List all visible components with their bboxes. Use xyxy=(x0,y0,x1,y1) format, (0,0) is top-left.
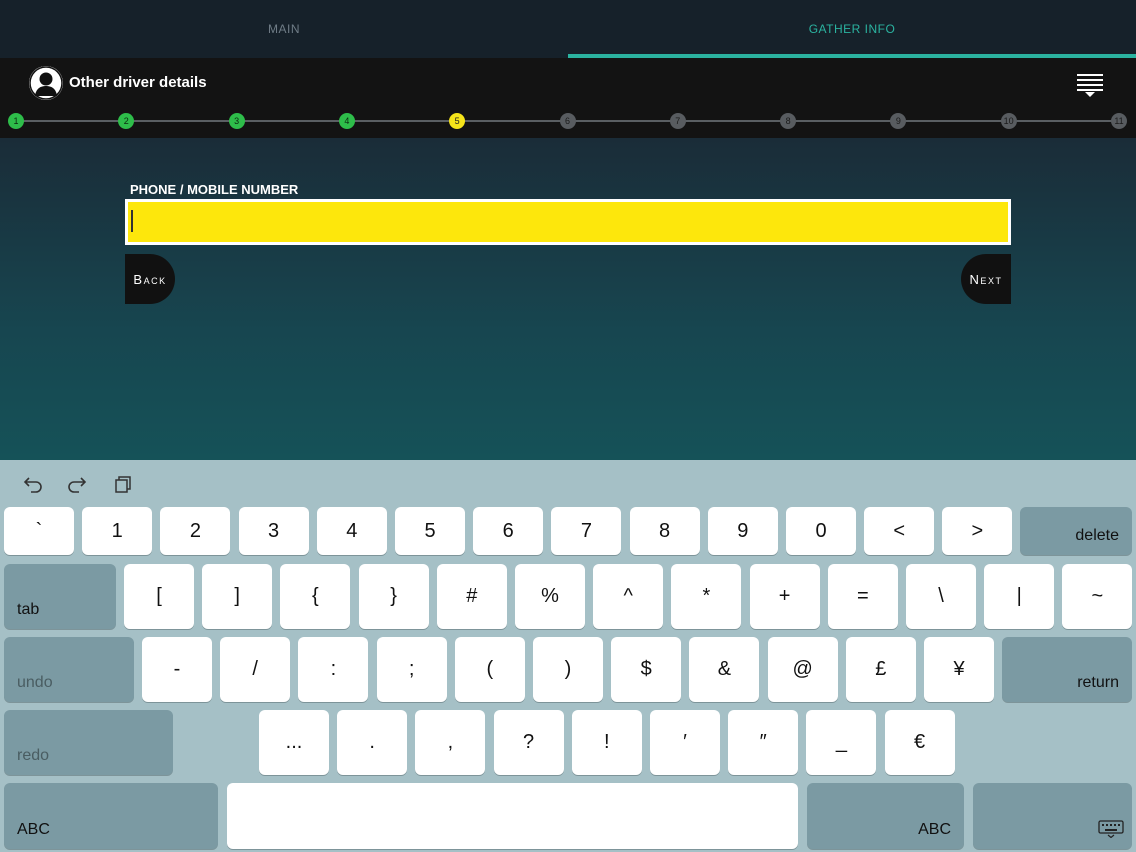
tab-gather-info[interactable]: GATHER INFO xyxy=(568,0,1136,58)
key-row4-5[interactable]: ′ xyxy=(650,710,720,775)
key-row3-0[interactable]: - xyxy=(142,637,212,702)
key-row2-12[interactable]: ~ xyxy=(1062,564,1133,629)
key-row3-9[interactable]: £ xyxy=(845,637,916,702)
key-row1-0[interactable]: ` xyxy=(4,507,74,555)
step-3[interactable]: 3 xyxy=(228,113,245,129)
step-1[interactable]: 1 xyxy=(8,113,24,129)
key-row3-10[interactable]: ¥ xyxy=(924,637,994,702)
key-row1-11[interactable]: < xyxy=(864,507,935,555)
tab-main[interactable]: MAIN xyxy=(0,0,568,58)
delete-key[interactable]: delete xyxy=(1020,507,1132,555)
step-11[interactable]: 11 xyxy=(1111,113,1127,129)
key-row4-6[interactable]: ″ xyxy=(728,710,799,775)
key-row2-5[interactable]: % xyxy=(515,564,585,629)
space-key[interactable] xyxy=(227,783,798,849)
key-row4-0[interactable]: ... xyxy=(259,710,329,775)
key-row3-6[interactable]: $ xyxy=(611,637,682,702)
key-row2-10[interactable]: \ xyxy=(906,564,976,629)
key-row3-2[interactable]: : xyxy=(298,637,369,702)
on-screen-keyboard: ` 1 2 3 4 5 6 7 8 9 0 < > delete tab []{} #% ^ * + = \ | ~ u… xyxy=(0,460,1136,852)
key-row4-1[interactable]: . xyxy=(337,710,408,775)
key-row1-12[interactable]: > xyxy=(942,507,1013,555)
key-row2-2[interactable]: { xyxy=(280,564,351,629)
key-row2-0[interactable]: [ xyxy=(124,564,194,629)
key-row2-8[interactable]: + xyxy=(749,564,820,629)
undo-key[interactable]: undo xyxy=(4,637,134,702)
key-row1-9[interactable]: 9 xyxy=(707,507,778,555)
page-title: Other driver details xyxy=(69,74,207,91)
step-2[interactable]: 2 xyxy=(118,113,135,129)
menu-dropdown-icon[interactable] xyxy=(1074,72,1106,98)
key-row1-3[interactable]: 3 xyxy=(238,507,309,555)
next-button[interactable]: Next xyxy=(961,254,1011,304)
phone-field-label: PHONE / MOBILE NUMBER xyxy=(130,182,299,197)
step-8[interactable]: 8 xyxy=(780,113,797,129)
text-cursor xyxy=(131,210,133,232)
key-row2-9[interactable]: = xyxy=(827,564,898,629)
abc-key-left[interactable]: ABC xyxy=(4,783,218,849)
key-row4-4[interactable]: ! xyxy=(571,710,642,775)
key-row4-3[interactable]: ? xyxy=(493,710,564,775)
paste-icon[interactable] xyxy=(112,474,134,494)
redo-key[interactable]: redo xyxy=(4,710,173,775)
step-5[interactable]: 5 xyxy=(449,113,466,129)
phone-input[interactable] xyxy=(125,199,1011,245)
step-4[interactable]: 4 xyxy=(338,113,355,129)
form-area: PHONE / MOBILE NUMBER Back Next xyxy=(0,138,1136,460)
abc-key-right[interactable]: ABC xyxy=(807,783,964,849)
key-row1-8[interactable]: 8 xyxy=(629,507,700,555)
key-row1-1[interactable]: 1 xyxy=(82,507,153,555)
keyboard-dismiss-icon xyxy=(1098,820,1124,843)
back-button[interactable]: Back xyxy=(125,254,175,304)
key-row3-5[interactable]: ) xyxy=(533,637,603,702)
key-row3-8[interactable]: @ xyxy=(767,637,838,702)
key-row2-3[interactable]: } xyxy=(358,564,429,629)
tab-key[interactable]: tab xyxy=(4,564,116,629)
key-row2-11[interactable]: | xyxy=(984,564,1055,629)
step-7[interactable]: 7 xyxy=(669,113,686,129)
key-row1-6[interactable]: 6 xyxy=(473,507,544,555)
key-row2-6[interactable]: ^ xyxy=(593,564,664,629)
key-row3-7[interactable]: & xyxy=(689,637,760,702)
key-row4-8[interactable]: € xyxy=(884,710,955,775)
key-row1-7[interactable]: 7 xyxy=(551,507,622,555)
tab-bar: MAIN GATHER INFO xyxy=(0,0,1136,58)
key-row1-5[interactable]: 5 xyxy=(395,507,465,555)
key-row1-10[interactable]: 0 xyxy=(786,507,856,555)
redo-arrow-icon[interactable] xyxy=(66,474,88,494)
key-row3-1[interactable]: / xyxy=(220,637,291,702)
key-row4-2[interactable]: , xyxy=(415,710,486,775)
key-row1-2[interactable]: 2 xyxy=(160,507,231,555)
return-key[interactable]: return xyxy=(1002,637,1132,702)
undo-arrow-icon[interactable] xyxy=(22,474,44,494)
key-row2-1[interactable]: ] xyxy=(202,564,273,629)
user-silhouette-icon xyxy=(29,66,63,100)
key-row3-3[interactable]: ; xyxy=(376,637,447,702)
key-row3-4[interactable]: ( xyxy=(454,637,525,702)
key-row1-4[interactable]: 4 xyxy=(316,507,387,555)
keyboard-dismiss-key[interactable] xyxy=(973,783,1132,849)
step-10[interactable]: 10 xyxy=(1000,113,1017,129)
key-row2-7[interactable]: * xyxy=(671,564,742,629)
key-row2-4[interactable]: # xyxy=(436,564,507,629)
step-9[interactable]: 9 xyxy=(890,113,907,129)
step-6[interactable]: 6 xyxy=(559,113,576,129)
header: Other driver details 1 2 3 4 5 6 7 8 9 10 11 xyxy=(0,58,1136,138)
key-row4-7[interactable]: _ xyxy=(806,710,877,775)
